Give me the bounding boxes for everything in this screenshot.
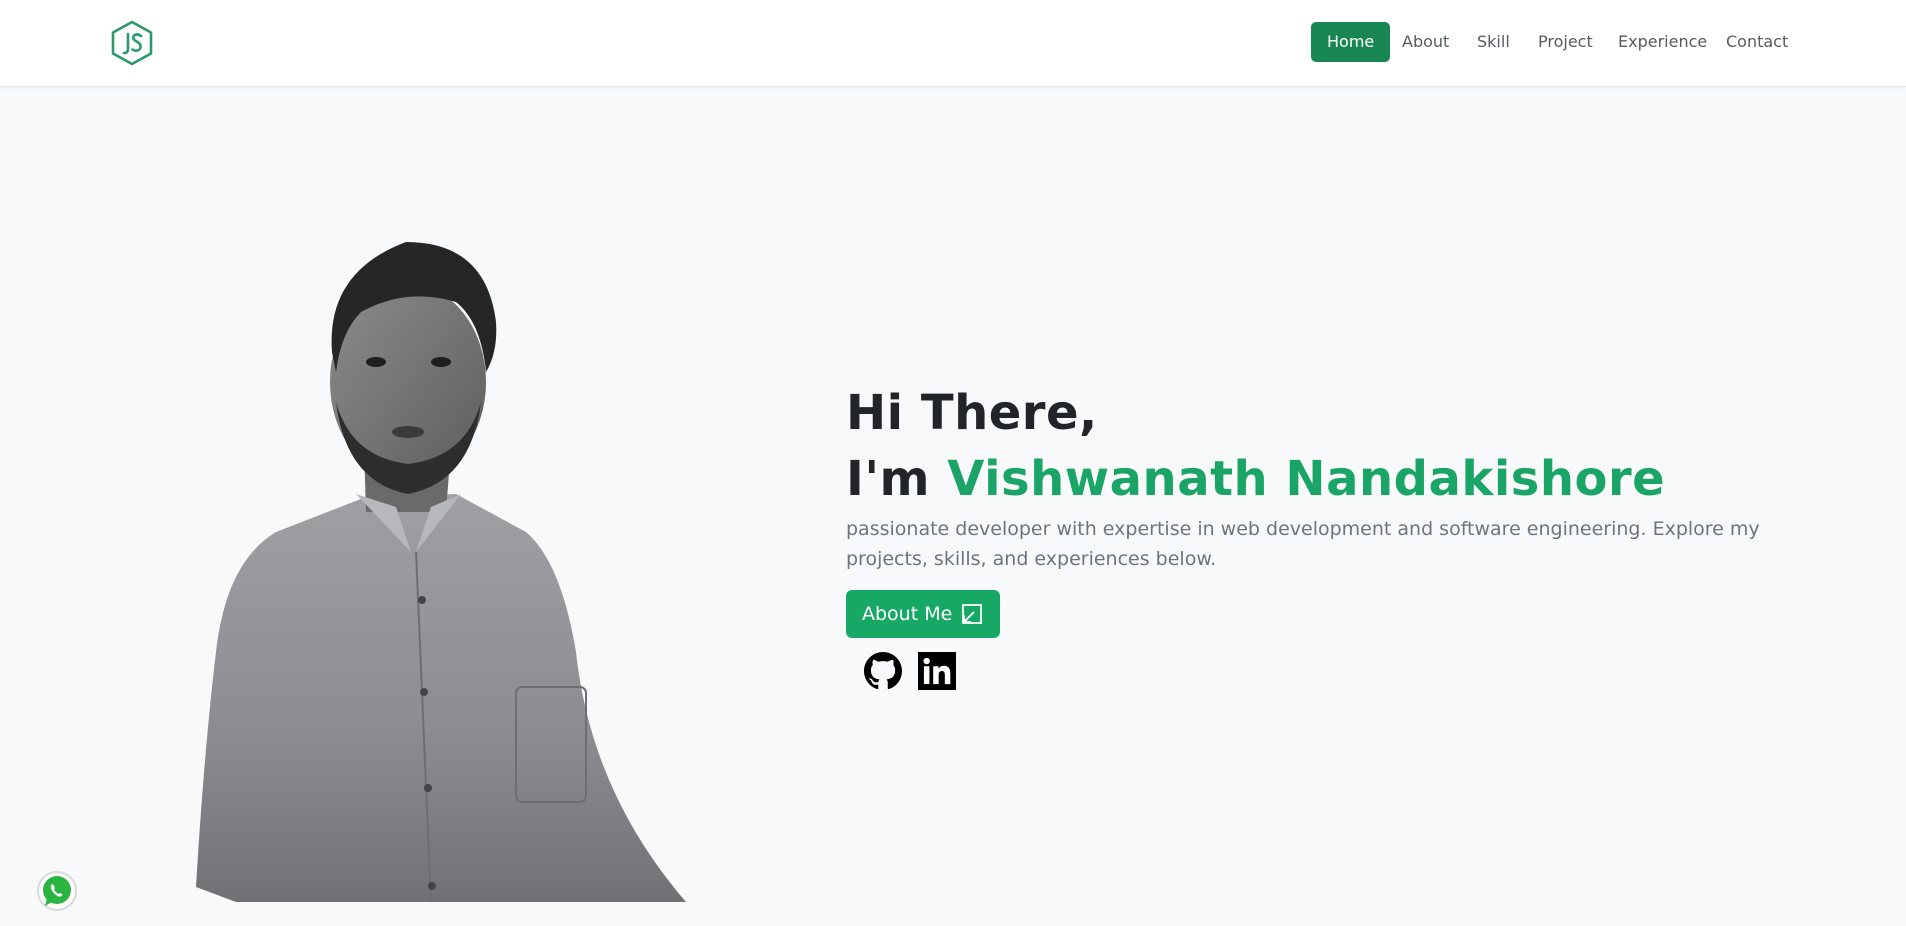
greeting-prefix: I'm xyxy=(846,451,948,507)
nav-item-experience[interactable]: Experience xyxy=(1602,22,1723,62)
whatsapp-icon[interactable] xyxy=(36,870,78,912)
social-links xyxy=(846,652,1806,690)
greeting-line: Hi There, xyxy=(846,385,1098,441)
greeting-name-line: I'm Vishwanath Nandakishore xyxy=(846,446,1806,512)
linkedin-icon[interactable] xyxy=(918,652,956,690)
about-me-label: About Me xyxy=(862,603,953,625)
nodejs-hexagon-logo-icon[interactable] xyxy=(110,20,154,66)
external-arrow-icon xyxy=(962,604,983,624)
portrait-photo xyxy=(196,242,686,902)
nav-item-skill[interactable]: Skill xyxy=(1461,22,1526,62)
github-icon[interactable] xyxy=(864,652,902,690)
tagline: passionate developer with expertise in w… xyxy=(846,518,1760,570)
owner-name: Vishwanath Nandakishore xyxy=(947,451,1666,507)
nav-item-project[interactable]: Project xyxy=(1522,22,1609,62)
about-me-button[interactable]: About Me xyxy=(846,590,1001,638)
navbar: Home About Skill Project Experience Cont… xyxy=(0,0,1906,87)
nav-item-home[interactable]: Home xyxy=(1311,22,1391,62)
nav-item-contact[interactable]: Contact xyxy=(1710,22,1804,62)
nav-item-about[interactable]: About xyxy=(1386,22,1465,62)
hero-intro: Hi There, I'm Vishwanath Nandakishore pa… xyxy=(846,380,1806,690)
